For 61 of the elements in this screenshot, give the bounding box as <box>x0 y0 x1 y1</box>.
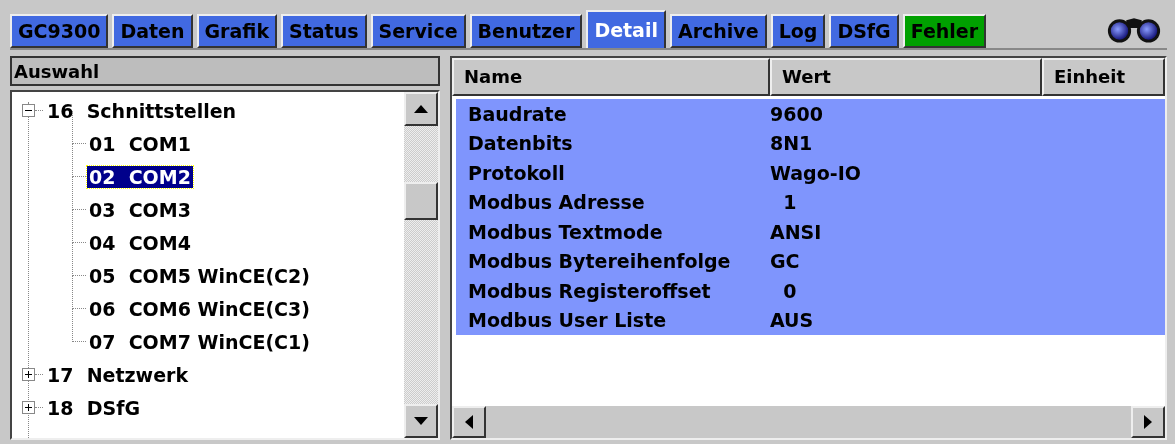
table-row[interactable]: Modbus Textmode ANSI <box>456 217 1165 247</box>
tree-item[interactable]: 16 Schnittstellen <box>45 99 239 122</box>
table-cell: ANSI <box>770 220 822 243</box>
tree-item[interactable]: 01 COM1 <box>87 132 193 155</box>
column-header[interactable]: Einheit <box>1042 58 1165 96</box>
column-header[interactable]: Wert <box>770 58 1042 96</box>
table-cell-text: 0 <box>782 279 797 302</box>
tab[interactable]: Log <box>770 14 826 48</box>
table-row[interactable]: Modbus User Liste AUS <box>456 305 1165 335</box>
tree-item[interactable]: 06 COM6 WinCE(C3) <box>87 297 312 320</box>
tree-item[interactable]: 07 COM7 WinCE(C1) <box>87 330 312 353</box>
tree-item[interactable]: 03 COM3 <box>87 198 193 221</box>
expand-icon[interactable] <box>22 368 35 381</box>
table-cell-text: Baudrate <box>467 102 568 125</box>
tab[interactable]: Service <box>370 14 466 48</box>
tab[interactable]: Daten <box>112 14 193 48</box>
tab[interactable]: DSfG <box>829 14 899 48</box>
tree-item[interactable]: 02 COM2 <box>87 165 193 188</box>
table-row[interactable]: Modbus Registeroffset 0 <box>456 276 1165 306</box>
table-cell: 9600 <box>770 102 823 125</box>
table-cell-text: Modbus Bytereihenfolge <box>467 250 732 273</box>
table-cell-text: Modbus Registeroffset <box>467 279 712 302</box>
table-cell: Wago-IO <box>770 161 861 184</box>
panel-header: Auswahl <box>10 56 440 86</box>
expand-icon[interactable] <box>22 401 35 414</box>
right-triangle-icon <box>1144 415 1152 429</box>
table-cell: AUS <box>770 309 814 332</box>
tab[interactable]: GC9300 <box>10 14 109 48</box>
collapse-icon[interactable] <box>22 104 35 117</box>
tab[interactable]: Archive <box>669 14 767 48</box>
table-cell-text: 1 <box>782 191 797 214</box>
tree-item[interactable]: 04 COM4 <box>87 231 193 254</box>
column-header[interactable]: Name <box>452 58 770 96</box>
tree-item[interactable]: 05 COM5 WinCE(C2) <box>87 264 312 287</box>
table-cell-text: Modbus Textmode <box>467 220 664 243</box>
table-cell-text: Protokoll <box>467 161 566 184</box>
scroll-down-button[interactable] <box>404 404 438 438</box>
table-cell: 8N1 <box>770 132 813 155</box>
left-triangle-icon <box>465 415 473 429</box>
tab[interactable]: Grafik <box>196 14 278 48</box>
table-row[interactable]: Datenbits 8N1 <box>456 128 1165 158</box>
scroll-right-button[interactable] <box>1131 406 1165 438</box>
scrollbar-thumb[interactable] <box>404 182 438 220</box>
tab[interactable]: Status <box>281 14 367 48</box>
tab[interactable]: Detail <box>586 10 666 48</box>
table-cell-text: Datenbits <box>467 132 574 155</box>
scroll-up-button[interactable] <box>404 92 438 126</box>
up-triangle-icon <box>414 105 428 113</box>
down-triangle-icon <box>414 417 428 425</box>
scroll-left-button[interactable] <box>452 406 486 438</box>
table-cell: GC <box>770 250 800 273</box>
tree-item[interactable]: 17 Netzwerk <box>45 363 191 386</box>
tab[interactable]: Fehler <box>902 14 987 48</box>
table-cell-text: Modbus User Liste <box>467 309 668 332</box>
table-row[interactable]: Modbus Bytereihenfolge GC <box>456 246 1165 276</box>
table-cell-text: Modbus Adresse <box>467 191 646 214</box>
table-row[interactable]: Baudrate 9600 <box>456 99 1165 129</box>
tab[interactable]: Benutzer <box>469 14 583 48</box>
table-row[interactable]: Protokoll Wago-IO <box>456 158 1165 188</box>
tree-item[interactable]: 18 DSfG <box>45 396 142 419</box>
table-row[interactable]: Modbus Adresse 1 <box>456 187 1165 217</box>
